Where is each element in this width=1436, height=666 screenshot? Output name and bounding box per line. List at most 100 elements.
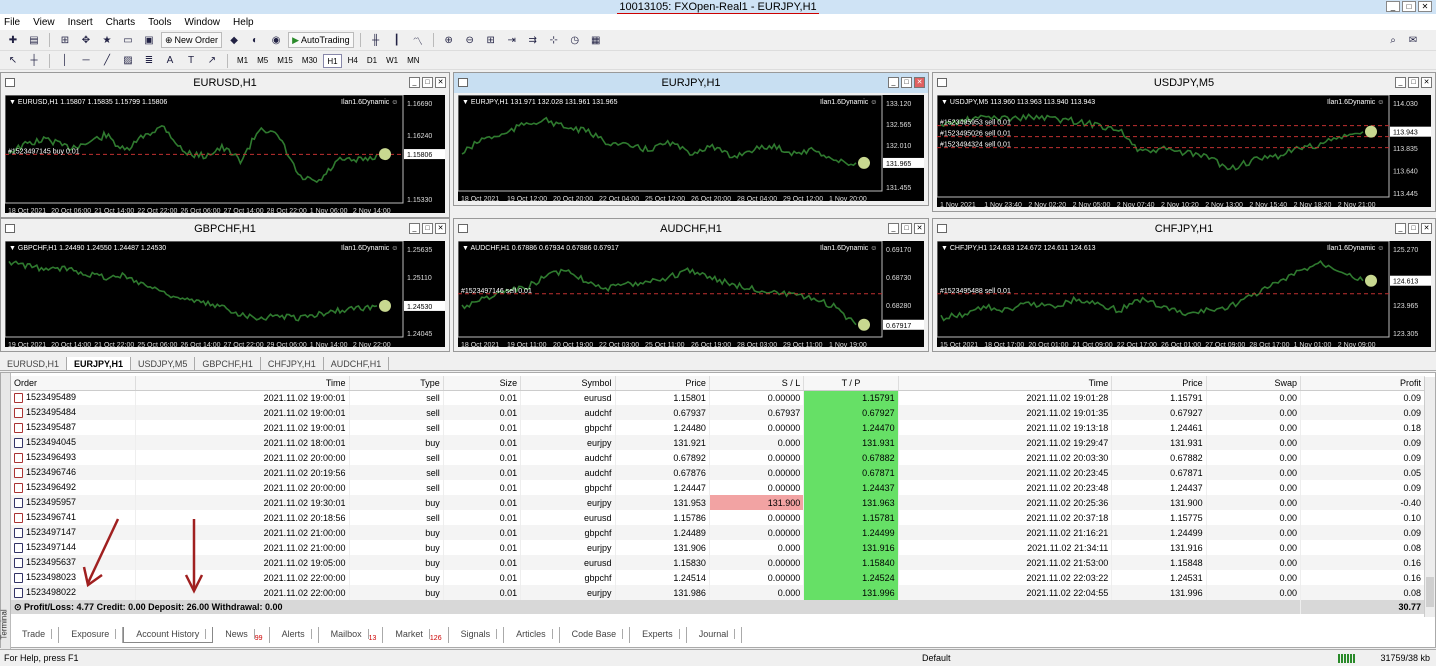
minimize-icon[interactable]: _ bbox=[409, 77, 420, 88]
candlestick-icon[interactable]: ┃ bbox=[388, 32, 406, 48]
close-icon[interactable]: ✕ bbox=[1421, 77, 1432, 88]
column-header[interactable]: Order bbox=[11, 376, 136, 391]
menu-window[interactable]: Window bbox=[184, 17, 220, 28]
tab-signals[interactable]: Signals bbox=[449, 627, 505, 643]
menu-insert[interactable]: Insert bbox=[68, 17, 93, 28]
table-row[interactable]: 1523496746 2021.11.02 20:19:56 sell 0.01 aud… bbox=[11, 465, 1426, 480]
column-header[interactable]: Price bbox=[1111, 376, 1207, 391]
chart-tab-eurusd-h1[interactable]: EURUSD,H1 bbox=[0, 357, 68, 370]
tab-alerts[interactable]: Alerts bbox=[270, 627, 319, 643]
column-header[interactable]: Swap bbox=[1206, 376, 1301, 391]
search-icon[interactable]: ⌕ bbox=[1384, 32, 1402, 48]
column-header[interactable]: Time bbox=[898, 376, 1113, 391]
chart-tab-audchf-h1[interactable]: AUDCHF,H1 bbox=[324, 357, 390, 370]
line-chart-icon[interactable]: 〽 bbox=[409, 32, 427, 48]
tab-mailbox[interactable]: Mailbox 13 bbox=[319, 627, 384, 643]
trendline-icon[interactable]: ╱ bbox=[98, 53, 116, 69]
zoom-in-icon[interactable]: ⊕ bbox=[440, 32, 458, 48]
column-header[interactable]: Profit bbox=[1300, 376, 1426, 391]
new-chart-icon[interactable]: ✚ bbox=[4, 32, 22, 48]
table-row[interactable]: 1523495484 2021.11.02 19:00:01 sell 0.01 aud… bbox=[11, 405, 1426, 420]
tab-code-base[interactable]: Code Base bbox=[560, 627, 631, 643]
maximize-icon[interactable]: □ bbox=[901, 223, 912, 234]
column-header[interactable]: Time bbox=[135, 376, 350, 391]
chart-tab-chfjpy-h1[interactable]: CHFJPY,H1 bbox=[261, 357, 324, 370]
chart-window-chfjpy-h1[interactable]: CHFJPY,H1 _ □ ✕ #1523495488 sell 0.01 124.613… bbox=[932, 218, 1436, 352]
maximize-icon[interactable]: □ bbox=[1408, 223, 1419, 234]
menu-charts[interactable]: Charts bbox=[106, 17, 135, 28]
crosshair-icon[interactable]: ┼ bbox=[25, 53, 43, 69]
chart-tab-gbpchf-h1[interactable]: GBPCHF,H1 bbox=[195, 357, 261, 370]
indicators-icon[interactable]: ⊹ bbox=[545, 32, 563, 48]
menu-help[interactable]: Help bbox=[233, 17, 254, 28]
horizontal-line-icon[interactable]: ─ bbox=[77, 53, 95, 69]
navigator-icon[interactable]: ★ bbox=[98, 32, 116, 48]
text-icon[interactable]: A bbox=[161, 53, 179, 69]
label-icon[interactable]: T bbox=[182, 53, 200, 69]
tile-windows-icon[interactable]: ⊞ bbox=[482, 32, 500, 48]
signals-icon[interactable]: ◐ bbox=[246, 32, 264, 48]
table-row[interactable]: 1523497147 2021.11.02 21:00:00 buy 0.01 gbpc… bbox=[11, 525, 1426, 540]
bar-chart-icon[interactable]: ╫ bbox=[367, 32, 385, 48]
column-header[interactable]: Size bbox=[443, 376, 522, 391]
close-icon[interactable]: ✕ bbox=[1418, 1, 1432, 12]
tab-exposure[interactable]: Exposure bbox=[59, 627, 124, 643]
tab-account-history[interactable]: Account History bbox=[123, 627, 214, 643]
autotrading-button[interactable]: ▶ AutoTrading bbox=[288, 32, 354, 48]
data-window-icon[interactable]: ✥ bbox=[77, 32, 95, 48]
cursor-icon[interactable]: ↖ bbox=[4, 53, 22, 69]
close-icon[interactable]: ✕ bbox=[914, 223, 925, 234]
table-row[interactable]: 1523498022 2021.11.02 22:00:00 buy 0.01 eurj… bbox=[11, 585, 1426, 600]
timeframe-w1[interactable]: W1 bbox=[383, 54, 401, 68]
table-scrollbar[interactable] bbox=[1424, 377, 1435, 617]
chart-window-audchf-h1[interactable]: AUDCHF,H1 _ □ ✕ #1523497146 sell 0.01 0.67917… bbox=[453, 218, 929, 352]
minimize-icon[interactable]: _ bbox=[888, 223, 899, 234]
chart-canvas[interactable]: #1523495488 sell 0.01 124.613 125.270 123.9… bbox=[937, 241, 1431, 349]
minimize-icon[interactable]: _ bbox=[1395, 223, 1406, 234]
chart-canvas[interactable]: #1523497145 buy 0.01 1.15806 1.16690 1.1624… bbox=[5, 95, 445, 215]
tab-market[interactable]: Market 126 bbox=[383, 627, 449, 643]
chart-canvas[interactable]: #1523495953 sell 0.01 #1523495026 sell 0.… bbox=[937, 95, 1431, 209]
close-icon[interactable]: ✕ bbox=[435, 223, 446, 234]
metaeditor-icon[interactable]: ◆ bbox=[225, 32, 243, 48]
maximize-icon[interactable]: □ bbox=[901, 77, 912, 88]
table-row[interactable]: 1523495637 2021.11.02 19:05:00 buy 0.01 euru… bbox=[11, 555, 1426, 570]
restore-icon[interactable]: □ bbox=[1402, 1, 1416, 12]
timeframe-mn[interactable]: MN bbox=[404, 54, 422, 68]
chart-window-gbpchf-h1[interactable]: GBPCHF,H1 _ □ ✕ 1.24530 1.25635 1.25110 1.24045… bbox=[0, 218, 450, 352]
tab-news[interactable]: News 99 bbox=[213, 627, 270, 643]
timeframe-h4[interactable]: H4 bbox=[345, 54, 361, 68]
table-row[interactable]: 1523496493 2021.11.02 20:00:00 sell 0.01 aud… bbox=[11, 450, 1426, 465]
table-row[interactable]: 1523497144 2021.11.02 21:00:00 buy 0.01 eurj… bbox=[11, 540, 1426, 555]
vertical-line-icon[interactable]: │ bbox=[56, 53, 74, 69]
close-icon[interactable]: ✕ bbox=[435, 77, 446, 88]
arrows-icon[interactable]: ↗ bbox=[203, 53, 221, 69]
profiles-icon[interactable]: ▤ bbox=[25, 32, 43, 48]
channel-icon[interactable]: ▨ bbox=[119, 53, 137, 69]
menu-file[interactable]: File bbox=[4, 17, 20, 28]
close-icon[interactable]: ✕ bbox=[1421, 223, 1432, 234]
minimize-icon[interactable]: _ bbox=[409, 223, 420, 234]
column-header[interactable]: S / L bbox=[709, 376, 805, 391]
market-watch-icon[interactable]: ⊞ bbox=[56, 32, 74, 48]
close-icon[interactable]: ✕ bbox=[914, 77, 925, 88]
chat-icon[interactable]: ✉ bbox=[1404, 32, 1422, 48]
table-row[interactable]: 1523496741 2021.11.02 20:18:56 sell 0.01 eur… bbox=[11, 510, 1426, 525]
chart-canvas[interactable]: #1523497146 sell 0.01 0.67917 0.69170 0.687… bbox=[458, 241, 924, 349]
chart-window-usdjpy-m5[interactable]: USDJPY,M5 _ □ ✕ #1523495953 sell 0.01 #152349… bbox=[932, 72, 1436, 212]
minimize-icon[interactable]: _ bbox=[1386, 1, 1400, 12]
templates-icon[interactable]: ▦ bbox=[587, 32, 605, 48]
table-row[interactable]: 1523496492 2021.11.02 20:00:00 sell 0.01 gbp… bbox=[11, 480, 1426, 495]
maximize-icon[interactable]: □ bbox=[1408, 77, 1419, 88]
strategy-tester-icon[interactable]: ▣ bbox=[140, 32, 158, 48]
chart-canvas[interactable]: 131.965 133.120 132.565 132.010 131.455 18 Oc… bbox=[458, 95, 924, 203]
fibonacci-icon[interactable]: ≣ bbox=[140, 53, 158, 69]
table-row[interactable]: 1523494045 2021.11.02 18:00:01 buy 0.01 eurj… bbox=[11, 435, 1426, 450]
chart-tab-eurjpy-h1[interactable]: EURJPY,H1 bbox=[67, 357, 132, 370]
column-header[interactable]: Symbol bbox=[520, 376, 616, 391]
autoscroll-icon[interactable]: ⇉ bbox=[524, 32, 542, 48]
column-header[interactable]: Type bbox=[349, 376, 444, 391]
tab-experts[interactable]: Experts bbox=[630, 627, 687, 643]
timeframe-m1[interactable]: M1 bbox=[234, 54, 251, 68]
new-order-button[interactable]: ⊕ New Order bbox=[161, 32, 223, 48]
